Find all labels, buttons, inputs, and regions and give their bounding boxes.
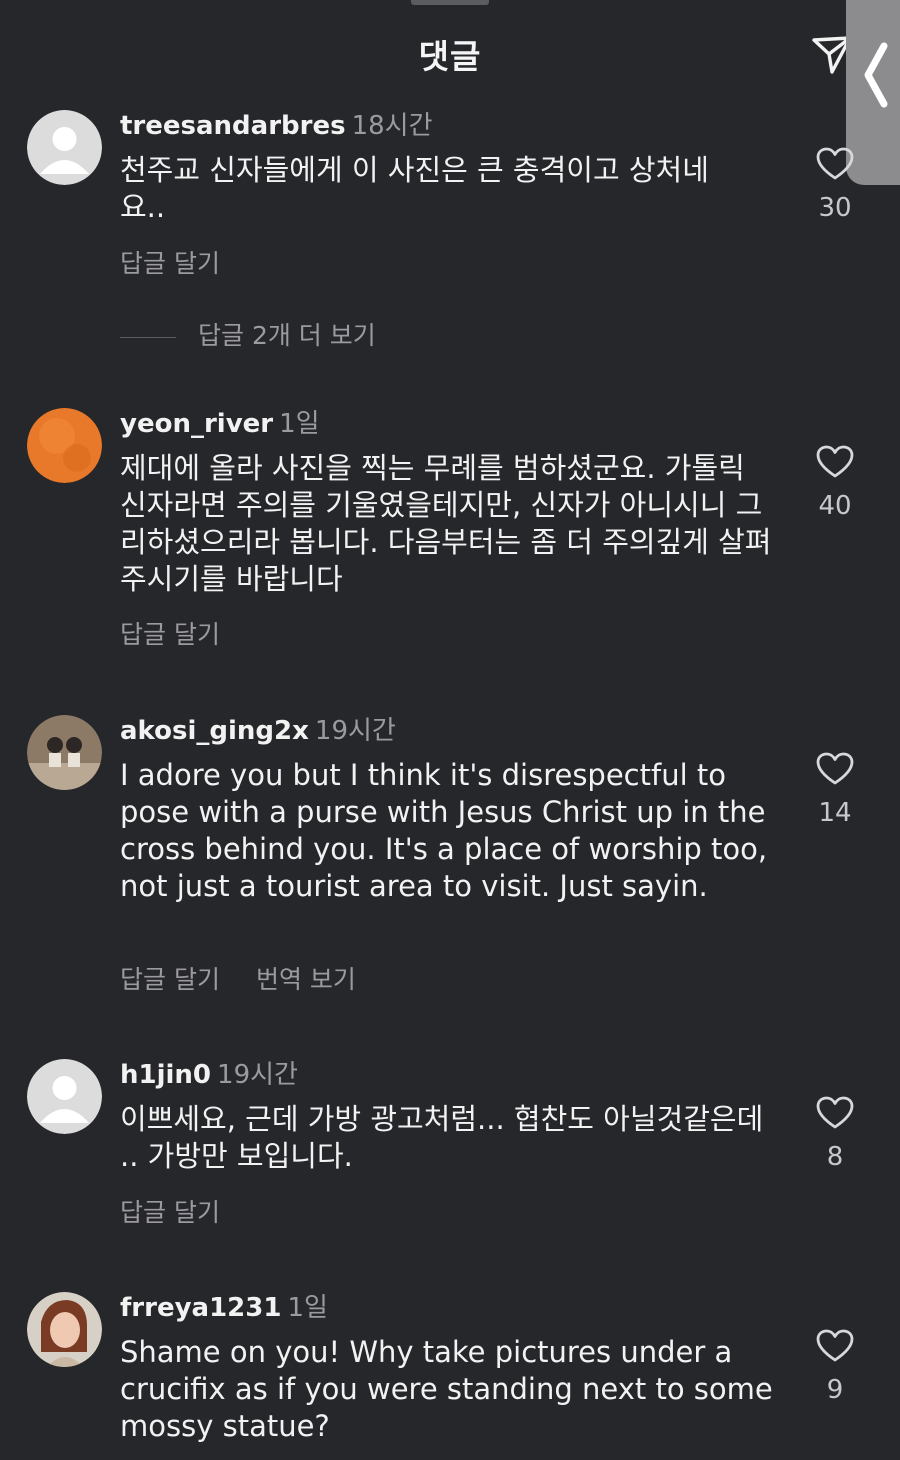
like-group: 9 — [812, 1329, 858, 1405]
avatar[interactable] — [27, 715, 102, 790]
username[interactable]: akosi_ging2x — [120, 716, 309, 746]
page-title: 댓글 — [418, 37, 482, 76]
like-group: 30 — [812, 147, 858, 223]
divider-line — [120, 336, 176, 338]
heart-icon[interactable] — [816, 445, 854, 479]
avatar[interactable] — [27, 408, 102, 483]
comment-text: 이쁘세요, 근데 가방 광고처럼... 협찬도 아닐것같은데 .. 가방만 보입… — [120, 1102, 764, 1173]
like-count: 40 — [818, 491, 852, 521]
like-count: 30 — [818, 193, 852, 223]
comment-time: 1일 — [287, 1293, 328, 1323]
username[interactable]: yeon_river — [120, 409, 273, 439]
like-group: 40 — [812, 445, 858, 521]
heart-icon[interactable] — [816, 1096, 854, 1130]
username[interactable]: frreya1231 — [120, 1293, 281, 1323]
translate-button[interactable]: 번역 보기 — [256, 965, 356, 994]
avatar-image — [27, 1292, 102, 1367]
comment-time: 19시간 — [314, 716, 396, 746]
comment-text: 제대에 올라 사진을 찍는 무례를 범하셨군요. 가톨릭 신자라면 주의를 기울… — [120, 451, 772, 596]
heart-icon[interactable] — [816, 1329, 854, 1363]
like-count: 9 — [826, 1375, 844, 1405]
comment-time: 1일 — [279, 409, 320, 439]
username[interactable]: h1jin0 — [120, 1060, 211, 1090]
avatar-image — [27, 408, 102, 483]
like-group: 8 — [812, 1096, 858, 1172]
view-more-replies-button[interactable]: 답글 2개 더 보기 — [120, 316, 376, 352]
comment-text: Shame on you! Why take pictures under a … — [120, 1335, 773, 1443]
reply-button[interactable]: 답글 달기 — [120, 249, 220, 278]
avatar[interactable] — [27, 1059, 102, 1134]
heart-icon[interactable] — [816, 752, 854, 786]
view-more-replies-label: 답글 2개 더 보기 — [198, 321, 376, 350]
like-count: 8 — [826, 1142, 844, 1172]
username[interactable]: treesandarbres — [120, 111, 346, 141]
like-count: 14 — [818, 798, 852, 828]
comment-time: 19시간 — [217, 1060, 298, 1090]
chevron-left-icon — [864, 42, 888, 108]
reply-button[interactable]: 답글 달기 — [120, 620, 220, 649]
comment-text: I adore you but I think it's disrespectf… — [120, 758, 768, 903]
default-avatar-icon — [27, 110, 102, 185]
heart-icon[interactable] — [816, 147, 854, 181]
sheet-drag-handle[interactable] — [411, 0, 489, 5]
comment-time: 18시간 — [351, 111, 433, 141]
avatar[interactable] — [27, 1292, 102, 1367]
default-avatar-icon — [27, 1059, 102, 1134]
reply-button[interactable]: 답글 달기 — [120, 1198, 220, 1227]
like-group: 14 — [812, 752, 858, 828]
avatar[interactable] — [27, 110, 102, 185]
reply-button[interactable]: 답글 달기 — [120, 965, 220, 994]
comment-text: 천주교 신자들에게 이 사진은 큰 충격이고 상처네요.. — [120, 153, 709, 224]
avatar-image — [27, 715, 102, 790]
